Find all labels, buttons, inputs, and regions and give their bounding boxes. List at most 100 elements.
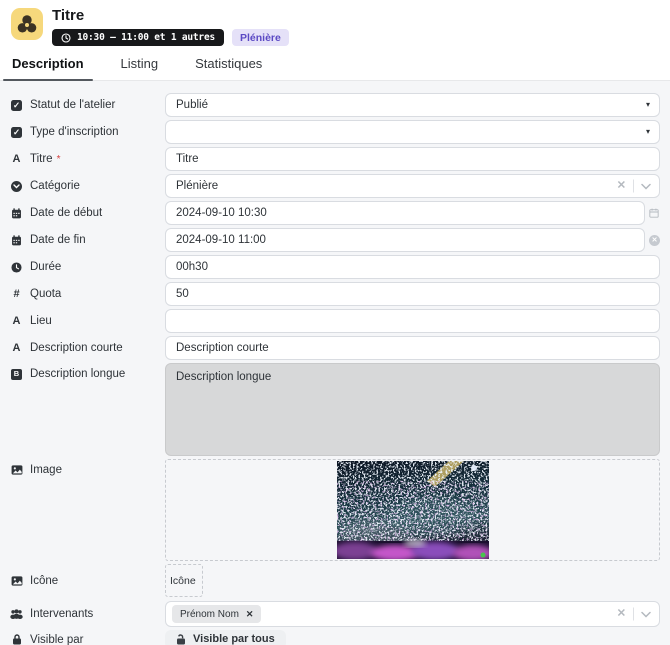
clock-filled-icon [10, 262, 23, 273]
form-row-lieu: A Lieu [10, 309, 660, 333]
description-courte-input[interactable] [165, 336, 660, 360]
badge-row: 10:30 – 11:00 et 1 autres Plénière [52, 29, 289, 46]
clear-selection-icon[interactable]: ✕ [617, 609, 626, 620]
form-row-date-debut: Date de début [10, 201, 660, 225]
tab-description[interactable]: Description [10, 49, 86, 80]
calendar-picker-icon[interactable] [649, 208, 659, 218]
intervenants-select[interactable]: Prénom Nom ✕ [165, 601, 660, 627]
form-row-quota: # Quota [10, 282, 660, 306]
tab-listing[interactable]: Listing [119, 49, 161, 80]
caret-down-icon[interactable]: ▾ [646, 128, 650, 136]
checkbox-checked-icon: ✓ [10, 100, 23, 111]
duree-label-text: Durée [30, 261, 61, 273]
form-row-categorie: Catégorie ✕ [10, 174, 660, 198]
tab-statistiques[interactable]: Statistiques [193, 49, 264, 80]
chevron-down-icon[interactable] [641, 183, 651, 189]
form-row-type-inscription: ✓ Type d'inscription ▾ [10, 120, 660, 144]
lieu-label: A Lieu [10, 315, 165, 327]
required-asterisk: * [57, 154, 61, 165]
form-row-image: Image [10, 459, 660, 561]
workshop-logo-icon [11, 8, 43, 40]
intervenants-label-text: Intervenants [30, 608, 93, 620]
visible-par-tous-label: Visible par tous [193, 633, 275, 645]
text-field-icon: A [10, 153, 23, 165]
categorie-select[interactable] [165, 174, 660, 198]
time-badge-label: 10:30 – 11:00 et 1 autres [77, 32, 215, 43]
intervenants-label: Intervenants [10, 608, 165, 620]
icone-dropzone-text: Icône [170, 575, 196, 587]
picture-icon [10, 576, 23, 586]
statut-select[interactable] [165, 93, 660, 117]
titre-label: A Titre * [10, 153, 165, 165]
form-row-intervenants: Intervenants Prénom Nom ✕ ✕ [10, 601, 660, 627]
image-dropzone[interactable] [165, 459, 660, 561]
quota-label-text: Quota [30, 288, 61, 300]
statut-label-text: Statut de l'atelier [30, 99, 115, 111]
form-row-statut: ✓ Statut de l'atelier ▾ [10, 93, 660, 117]
page-header: Titre 10:30 – 11:00 et 1 autres Plénière [0, 0, 670, 46]
clear-selection-icon[interactable]: ✕ [617, 181, 626, 192]
category-badge: Plénière [232, 29, 289, 46]
statut-label: ✓ Statut de l'atelier [10, 99, 165, 111]
form-row-visible-par: Visible par Visible par tous [10, 630, 660, 645]
quota-label: # Quota [10, 288, 165, 300]
hash-icon: # [10, 288, 23, 300]
clock-icon [61, 33, 71, 43]
form-row-date-fin: Date de fin ✕ [10, 228, 660, 252]
type-inscription-select[interactable] [165, 120, 660, 144]
categorie-label-text: Catégorie [30, 180, 80, 192]
form-row-titre: A Titre * [10, 147, 660, 171]
text-field-icon: A [10, 342, 23, 354]
date-fin-input[interactable] [165, 228, 645, 252]
description-longue-label-text: Description longue [30, 368, 125, 380]
divider [633, 608, 634, 621]
icone-label: Icône [10, 575, 165, 587]
lieu-input[interactable] [165, 309, 660, 333]
text-field-icon: A [10, 315, 23, 327]
categorie-label: Catégorie [10, 180, 165, 192]
date-fin-label-text: Date de fin [30, 234, 86, 246]
icone-label-text: Icône [30, 575, 58, 587]
rich-text-icon: B [10, 369, 23, 380]
image-label: Image [10, 459, 165, 476]
intervenant-tag-label: Prénom Nom [180, 609, 239, 620]
titre-label-text: Titre [30, 153, 53, 165]
lock-icon [10, 634, 23, 645]
circle-chevron-icon [10, 181, 23, 192]
form-row-duree: Durée [10, 255, 660, 279]
description-form: ✓ Statut de l'atelier ▾ ✓ Type d'inscrip… [0, 81, 670, 645]
date-debut-input[interactable] [165, 201, 645, 225]
visible-par-label-text: Visible par [30, 634, 84, 645]
visible-par-tous-button[interactable]: Visible par tous [165, 630, 286, 645]
image-label-text: Image [30, 464, 62, 476]
intervenant-tag: Prénom Nom ✕ [172, 605, 261, 623]
checkbox-checked-icon: ✓ [10, 127, 23, 138]
titre-input[interactable] [165, 147, 660, 171]
date-fin-label: Date de fin [10, 234, 165, 246]
date-debut-label: Date de début [10, 207, 165, 219]
form-row-icone: Icône Icône [10, 564, 660, 597]
knot-icon [16, 13, 38, 35]
description-courte-label-text: Description courte [30, 342, 123, 354]
picture-icon [10, 465, 23, 475]
description-courte-label: A Description courte [10, 342, 165, 354]
icone-dropzone[interactable]: Icône [165, 564, 203, 597]
tab-bar: Description Listing Statistiques [0, 49, 670, 81]
duree-input[interactable] [165, 255, 660, 279]
chevron-down-icon[interactable] [641, 611, 651, 617]
form-row-description-longue: B Description longue Description longue [10, 363, 660, 456]
uploaded-image [337, 461, 489, 559]
calendar-icon [10, 208, 23, 219]
divider [633, 180, 634, 193]
remove-tag-icon[interactable]: ✕ [246, 609, 254, 620]
quota-input[interactable] [165, 282, 660, 306]
duree-label: Durée [10, 261, 165, 273]
type-inscription-label-text: Type d'inscription [30, 126, 119, 138]
description-longue-textarea[interactable]: Description longue [165, 363, 660, 456]
caret-down-icon[interactable]: ▾ [646, 101, 650, 109]
people-icon [10, 609, 23, 619]
description-longue-label: B Description longue [10, 363, 165, 380]
clear-date-icon[interactable]: ✕ [649, 235, 660, 246]
type-inscription-label: ✓ Type d'inscription [10, 126, 165, 138]
categorie-select-controls: ✕ [617, 180, 651, 193]
